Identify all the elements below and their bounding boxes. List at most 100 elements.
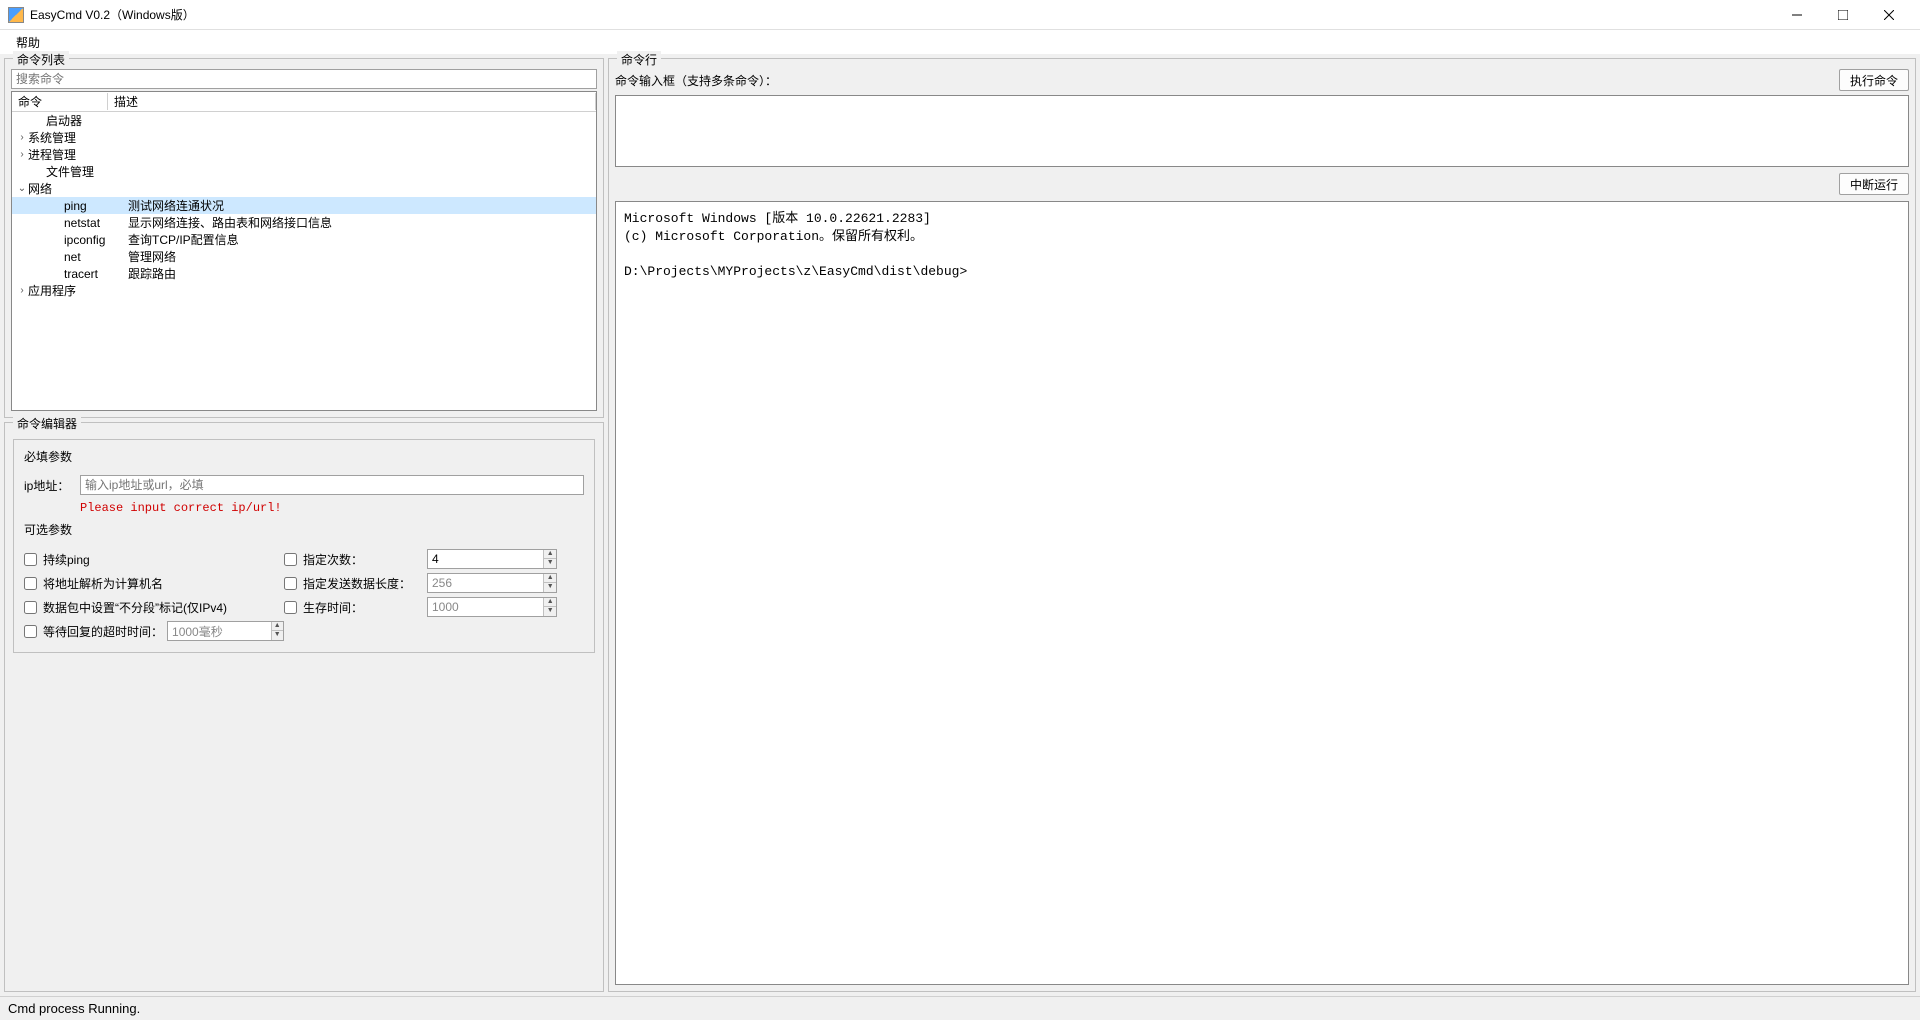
opt-size[interactable]: [284, 577, 297, 590]
size-spinner[interactable]: ▲▼: [427, 573, 557, 593]
tree-cmd: 系统管理: [28, 129, 76, 146]
expander-icon[interactable]: ›: [16, 132, 28, 143]
ttl-value[interactable]: [428, 600, 543, 614]
right-column: 命令行 命令输入框（支持多条命令）： 执行命令 中断运行 Microsoft W…: [608, 58, 1916, 992]
timeout-spinner[interactable]: ▲▼: [167, 621, 284, 641]
menu-bar: 帮助: [0, 30, 1920, 54]
optional-col-left: 持续ping 将地址解析为计算机名 数据包中设置“不分段”标记(仅IPv4) 等…: [24, 548, 284, 644]
tree-row[interactable]: tracert 跟踪路由: [12, 265, 596, 282]
spin-up-icon[interactable]: ▲: [544, 574, 556, 583]
tree-row[interactable]: netstat 显示网络连接、路由表和网络接口信息: [12, 214, 596, 231]
cmdline-top-row: 命令输入框（支持多条命令）： 执行命令: [615, 69, 1909, 91]
window-title: EasyCmd V0.2（Windows版）: [30, 6, 195, 23]
tree-desc: 测试网络连通状况: [126, 197, 596, 214]
cmd-input-label: 命令输入框（支持多条命令）：: [615, 72, 1839, 89]
tree-cmd: ipconfig: [64, 233, 105, 247]
spin-down-icon[interactable]: ▼: [544, 559, 556, 568]
close-button[interactable]: [1866, 0, 1912, 30]
tree-row[interactable]: 文件管理: [12, 163, 596, 180]
optional-grid: 持续ping 将地址解析为计算机名 数据包中设置“不分段”标记(仅IPv4) 等…: [24, 548, 584, 644]
opt-label: 指定发送数据长度：: [303, 575, 423, 592]
opt-label: 等待回复的超时时间：: [43, 623, 163, 640]
tree-cmd: tracert: [64, 267, 98, 281]
cmdline-mid-row: 中断运行: [615, 173, 1909, 195]
opt-label: 指定次数：: [303, 551, 423, 568]
title-bar: EasyCmd V0.2（Windows版）: [0, 0, 1920, 30]
opt-dont-fragment[interactable]: [24, 601, 37, 614]
optional-col-right: 指定次数： ▲▼ 指定发送数据长度： ▲▼: [284, 548, 584, 644]
tree-cmd: ping: [64, 199, 87, 213]
tree-cmd: 应用程序: [28, 282, 76, 299]
expander-icon[interactable]: ›: [16, 149, 28, 160]
stop-button[interactable]: 中断运行: [1839, 173, 1909, 195]
ttl-spinner[interactable]: ▲▼: [427, 597, 557, 617]
console-output[interactable]: Microsoft Windows [版本 10.0.22621.2283] (…: [615, 201, 1909, 985]
tree-header: 命令 描述: [12, 92, 596, 112]
spin-up-icon[interactable]: ▲: [544, 550, 556, 559]
ip-input[interactable]: [80, 475, 584, 495]
required-params-title: 必填参数: [24, 448, 584, 465]
opt-label: 数据包中设置“不分段”标记(仅IPv4): [43, 599, 227, 616]
size-value[interactable]: [428, 576, 543, 590]
optional-params-title: 可选参数: [24, 521, 584, 538]
tree-desc: 查询TCP/IP配置信息: [126, 231, 596, 248]
status-bar: Cmd process Running.: [0, 996, 1920, 1020]
opt-ttl[interactable]: [284, 601, 297, 614]
timeout-value[interactable]: [168, 624, 271, 638]
opt-count[interactable]: [284, 553, 297, 566]
tree-header-desc[interactable]: 描述: [108, 93, 596, 110]
command-line-group: 命令行 命令输入框（支持多条命令）： 执行命令 中断运行 Microsoft W…: [608, 58, 1916, 992]
command-line-title: 命令行: [617, 51, 661, 68]
tree-cmd: 网络: [28, 180, 52, 197]
search-input[interactable]: [11, 69, 597, 89]
command-list-group: 命令列表 命令 描述 启动器›系统管理›进程管理文件管理⌄网络ping测试网络连…: [4, 58, 604, 418]
ip-error-message: Please input correct ip/url!: [80, 501, 584, 515]
expander-icon[interactable]: ›: [16, 285, 28, 296]
tree-row[interactable]: ›应用程序: [12, 282, 596, 299]
tree-cmd: 文件管理: [46, 163, 94, 180]
spin-down-icon[interactable]: ▼: [272, 631, 283, 640]
command-tree[interactable]: 命令 描述 启动器›系统管理›进程管理文件管理⌄网络ping测试网络连通状况ne…: [11, 91, 597, 411]
count-value[interactable]: [428, 552, 543, 566]
maximize-button[interactable]: [1820, 0, 1866, 30]
opt-label: 生存时间：: [303, 599, 423, 616]
ip-field-row: ip地址：: [24, 475, 584, 495]
command-editor-group: 命令编辑器 必填参数 ip地址： Please input correct ip…: [4, 422, 604, 992]
tree-cmd: netstat: [64, 216, 100, 230]
spin-down-icon[interactable]: ▼: [544, 607, 556, 616]
command-list-title: 命令列表: [13, 51, 69, 68]
tree-row[interactable]: net 管理网络: [12, 248, 596, 265]
opt-resolve-hostname[interactable]: [24, 577, 37, 590]
left-column: 命令列表 命令 描述 启动器›系统管理›进程管理文件管理⌄网络ping测试网络连…: [4, 58, 604, 992]
tree-row[interactable]: ipconfig 查询TCP/IP配置信息: [12, 231, 596, 248]
tree-row[interactable]: ›进程管理: [12, 146, 596, 163]
tree-cmd: 启动器: [46, 112, 82, 129]
spin-up-icon[interactable]: ▲: [272, 622, 283, 631]
minimize-button[interactable]: [1774, 0, 1820, 30]
opt-continuous-ping[interactable]: [24, 553, 37, 566]
menu-help[interactable]: 帮助: [8, 32, 48, 53]
content-area: 命令列表 命令 描述 启动器›系统管理›进程管理文件管理⌄网络ping测试网络连…: [0, 54, 1920, 996]
spin-up-icon[interactable]: ▲: [544, 598, 556, 607]
tree-header-cmd[interactable]: 命令: [12, 93, 108, 110]
tree-desc: 跟踪路由: [126, 265, 596, 282]
spin-down-icon[interactable]: ▼: [544, 583, 556, 592]
ip-label: ip地址：: [24, 477, 80, 494]
tree-row[interactable]: ›系统管理: [12, 129, 596, 146]
tree-desc: 管理网络: [126, 248, 596, 265]
opt-label: 持续ping: [43, 551, 90, 568]
tree-desc: 显示网络连接、路由表和网络接口信息: [126, 214, 596, 231]
tree-row[interactable]: ⌄网络: [12, 180, 596, 197]
tree-cmd: net: [64, 250, 81, 264]
editor-inner: 必填参数 ip地址： Please input correct ip/url! …: [13, 439, 595, 653]
cmd-input-area[interactable]: [615, 95, 1909, 167]
expander-icon[interactable]: ⌄: [16, 183, 28, 194]
count-spinner[interactable]: ▲▼: [427, 549, 557, 569]
command-editor-title: 命令编辑器: [13, 415, 81, 432]
run-button[interactable]: 执行命令: [1839, 69, 1909, 91]
tree-cmd: 进程管理: [28, 146, 76, 163]
tree-row[interactable]: ping 测试网络连通状况: [12, 197, 596, 214]
opt-label: 将地址解析为计算机名: [43, 575, 163, 592]
opt-timeout[interactable]: [24, 625, 37, 638]
tree-row[interactable]: 启动器: [12, 112, 596, 129]
